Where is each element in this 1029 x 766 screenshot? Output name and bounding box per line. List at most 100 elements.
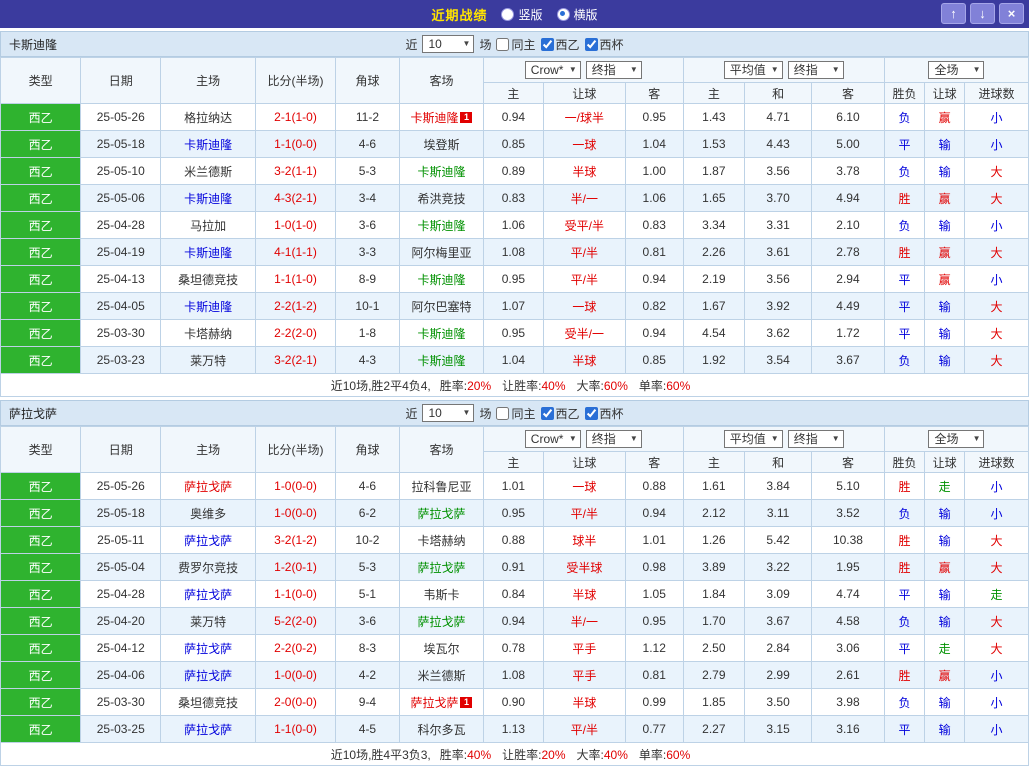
home-team: 萨拉戈萨 [160, 526, 256, 554]
col-header-avg-draw: 和 [744, 82, 812, 104]
checkbox-input[interactable] [496, 406, 510, 420]
away-team: 希洪竞技 [398, 184, 485, 212]
result-goals-text: 小 [990, 218, 1003, 233]
handicap-odds-home-text: 0.88 [501, 533, 526, 547]
league-type-text: 西乙 [28, 641, 53, 656]
score-halftime: 2-2(1-2) [254, 292, 337, 320]
checkbox-input[interactable] [584, 37, 598, 51]
avg-odds-draw: 4.71 [744, 103, 812, 131]
bookmaker-select[interactable]: Crow* ▼ [524, 61, 581, 79]
away-team: 萨拉戈萨 [398, 607, 485, 635]
result-group: 全场 ▼ [883, 426, 1029, 452]
handicap-odds-away-text: 1.01 [642, 533, 666, 547]
away-team-text: 萨拉戈萨 [417, 614, 466, 629]
handicap-odds-home: 0.94 [483, 607, 544, 635]
avg-odds-draw-text: 3.31 [766, 218, 790, 232]
odds-stage-select[interactable]: 终指 ▼ [787, 61, 844, 79]
avg-odds-home-text: 4.54 [702, 326, 726, 340]
handicap-odds-home-text: 0.94 [501, 110, 526, 124]
score-halftime: 3-2(1-2) [254, 526, 337, 554]
result-goals: 大 [964, 238, 1029, 266]
handicap-odds-home: 0.88 [483, 526, 544, 554]
league-type: 西乙 [0, 553, 82, 581]
avg-odds-away-text: 3.67 [836, 353, 860, 367]
league-checkbox[interactable]: 西乙 [540, 36, 580, 53]
handicap-odds-away: 1.12 [624, 634, 684, 662]
cup-checkbox[interactable]: 西杯 [584, 36, 624, 53]
result-goals-text: 小 [990, 506, 1003, 521]
result-win-draw-loss-text: 胜 [898, 479, 911, 494]
match-row: 西乙 25-04-13 桑坦德竞技 1-1(1-0) 8-9 卡斯迪隆 0.95 平/半 0.9… [0, 265, 1029, 293]
score-halftime-text: 1-1(0-0) [274, 137, 317, 151]
checkbox-input[interactable] [540, 37, 554, 51]
match-date-text: 25-04-13 [96, 272, 145, 286]
col-header-avg-away: 客 [810, 82, 885, 104]
result-handicap: 输 [924, 526, 966, 554]
result-handicap: 输 [924, 580, 966, 608]
odds-stage-select[interactable]: 终指 ▼ [585, 61, 642, 79]
score-halftime: 4-3(2-1) [254, 184, 337, 212]
league-type: 西乙 [0, 346, 82, 374]
handicap-line: 受半/一 [542, 319, 626, 347]
corner-count-text: 4-5 [358, 722, 377, 736]
handicap-odds-away: 0.85 [624, 346, 684, 374]
bookmaker-select[interactable]: Crow* ▼ [524, 430, 581, 448]
odds-stage-select[interactable]: 终指 ▼ [585, 430, 642, 448]
layout-radio-vertical[interactable]: 竖版 [501, 6, 543, 23]
fulltime-select[interactable]: 全场 ▼ [928, 61, 985, 79]
move-up-button[interactable]: ↑ [941, 3, 966, 24]
fulltime-select[interactable]: 全场 ▼ [928, 430, 985, 448]
home-team-text: 格拉纳达 [184, 110, 233, 125]
corner-count: 9-4 [335, 688, 400, 716]
handicap-line-text: 平/半 [570, 245, 598, 260]
result-win-draw-loss-text: 负 [898, 218, 911, 233]
avg-odds-draw-text: 3.67 [766, 614, 790, 628]
corner-count-text: 5-3 [358, 164, 377, 178]
odds-stage-select[interactable]: 终指 ▼ [787, 430, 844, 448]
avg-odds-home: 3.89 [682, 553, 746, 581]
col-header-handicap: 让球 [542, 82, 626, 104]
home-team-text: 卡塔赫纳 [184, 326, 233, 341]
handicap-odds-away: 0.81 [624, 238, 684, 266]
same-home-checkbox[interactable]: 同主 [496, 405, 536, 422]
move-down-button[interactable]: ↓ [970, 3, 995, 24]
average-select[interactable]: 平均值 ▼ [723, 61, 783, 79]
home-team: 萨拉戈萨 [160, 634, 256, 662]
stat-win-rate: 胜率:40% [440, 746, 499, 763]
score-halftime: 4-1(1-1) [254, 238, 337, 266]
match-count-select[interactable]: 10 ▼ [422, 404, 475, 422]
league-type-text: 西乙 [28, 560, 53, 575]
checkbox-label: 西乙 [555, 406, 580, 421]
avg-odds-away: 1.95 [810, 553, 885, 581]
handicap-line: 平/半 [542, 238, 626, 266]
home-team-text: 桑坦德竞技 [178, 272, 239, 287]
match-count-select[interactable]: 10 ▼ [422, 35, 475, 53]
handicap-line-text: 平/半 [570, 506, 598, 521]
handicap-line-text: 平手 [572, 641, 597, 656]
avg-odds-home-text: 1.87 [702, 164, 726, 178]
layout-radio-horizontal[interactable]: 横版 [556, 6, 598, 23]
result-win-draw-loss: 负 [883, 346, 926, 374]
result-handicap-text: 输 [938, 353, 951, 368]
avg-odds-home: 1.67 [682, 292, 746, 320]
home-team-text: 莱万特 [190, 353, 227, 368]
away-team: 萨拉戈萨 1 [398, 688, 485, 716]
result-handicap: 输 [924, 211, 966, 239]
checkbox-input[interactable] [584, 406, 598, 420]
section-header-bar: 萨拉戈萨 近 10 ▼ 场 同主 西乙 西杯 [0, 400, 1029, 426]
checkbox-label: 同主 [511, 406, 536, 421]
corner-count-text: 4-6 [358, 137, 377, 151]
result-goals-text: 小 [990, 272, 1003, 287]
checkbox-input[interactable] [496, 37, 510, 51]
cup-checkbox[interactable]: 西杯 [584, 405, 624, 422]
same-home-checkbox[interactable]: 同主 [496, 36, 536, 53]
match-date: 25-04-06 [80, 661, 162, 689]
checkbox-input[interactable] [540, 406, 554, 420]
result-goals: 小 [964, 265, 1029, 293]
result-handicap-text: 输 [938, 587, 951, 602]
average-select[interactable]: 平均值 ▼ [723, 430, 783, 448]
close-button[interactable]: × [999, 3, 1024, 24]
avg-odds-draw-text: 3.56 [766, 164, 790, 178]
match-date: 25-05-10 [80, 157, 162, 185]
league-checkbox[interactable]: 西乙 [540, 405, 580, 422]
